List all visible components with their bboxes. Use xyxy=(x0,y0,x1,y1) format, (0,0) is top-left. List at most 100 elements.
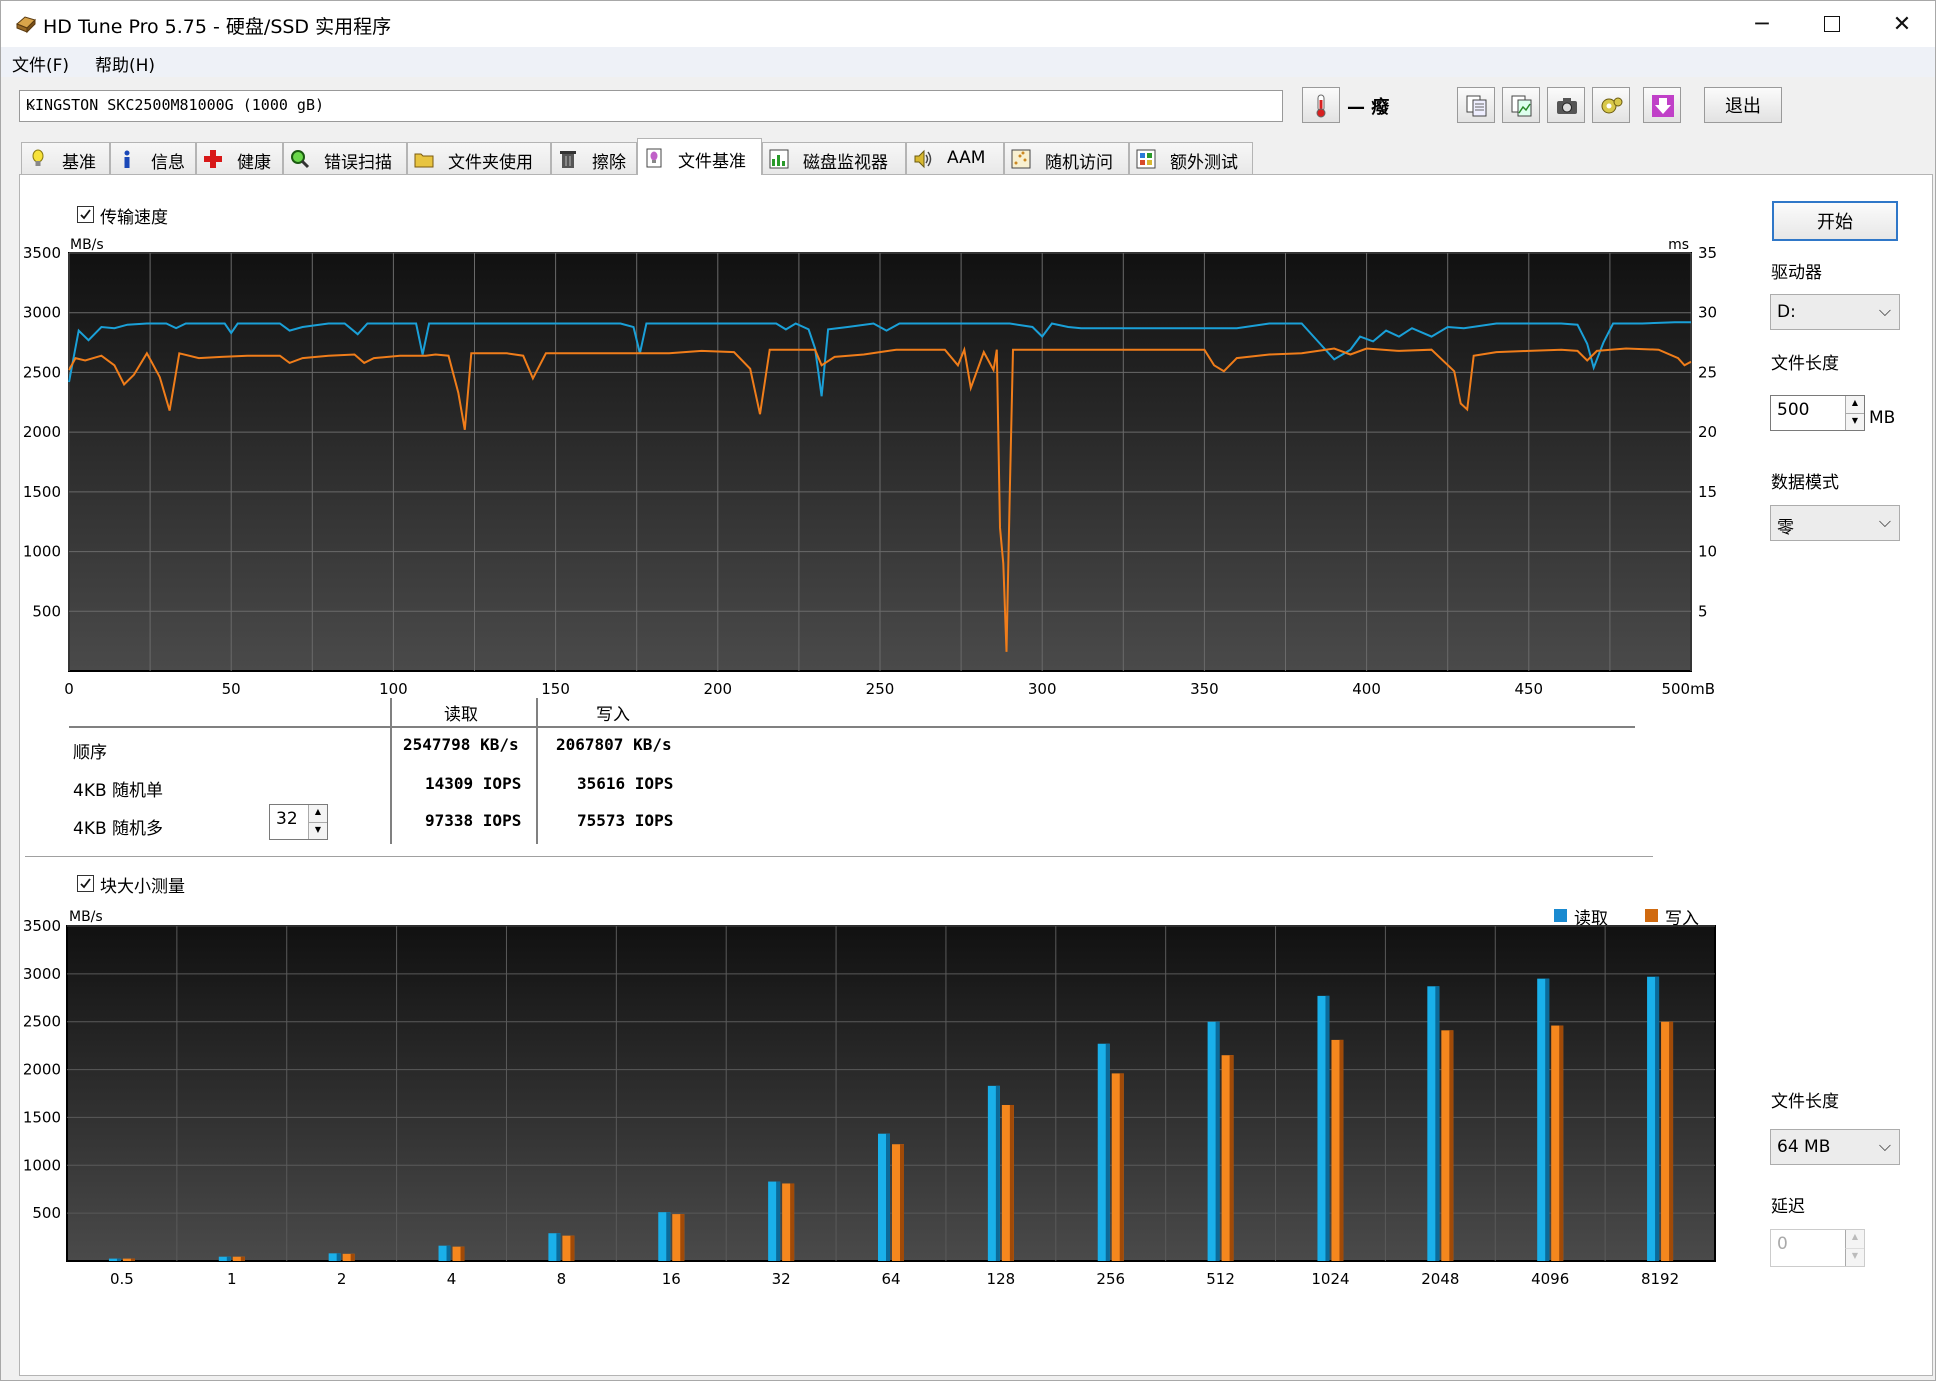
health-cross-icon xyxy=(204,150,222,168)
menu-help[interactable]: 帮助(H) xyxy=(95,51,155,76)
app-icon xyxy=(16,16,36,34)
data-mode-select[interactable]: 零 ⌵ xyxy=(1770,505,1900,541)
delay-label: 延迟 xyxy=(1771,1197,1805,1217)
read-bar-shade xyxy=(336,1253,341,1261)
write-bar-shade xyxy=(1669,1021,1674,1261)
menu-file[interactable]: 文件(F) xyxy=(12,51,69,76)
spin-up-icon[interactable]: ▲ xyxy=(1845,396,1864,413)
write-bar-shade xyxy=(1229,1055,1234,1261)
block-plot-area xyxy=(66,925,1716,1262)
y-unit: MB/s xyxy=(69,909,103,925)
chevron-down-icon: ⌵ xyxy=(1878,1136,1891,1155)
delay-stepper[interactable]: 0 ▲ ▼ xyxy=(1770,1229,1865,1267)
x-tick-label: 4 xyxy=(447,1270,457,1288)
screenshot-button[interactable] xyxy=(1547,87,1585,123)
y-tick-label: 3500 xyxy=(23,917,61,935)
chevron-down-icon: ⌵ xyxy=(1878,301,1891,320)
x-tick-label: 450 xyxy=(1514,680,1543,698)
read-bar-shade xyxy=(1325,995,1330,1261)
tab-folder-usage[interactable]: 文件夹使用 xyxy=(407,142,551,174)
bulb-icon xyxy=(32,149,44,166)
tab-error-scan[interactable]: 错误扫描 xyxy=(283,142,407,174)
row-sequential-label: 顺序 xyxy=(73,743,107,763)
read-bar-shade xyxy=(116,1258,121,1261)
exit-button[interactable]: 退出 xyxy=(1704,87,1782,123)
queue-depth-value: 32 xyxy=(276,809,298,829)
tab-info[interactable]: 信息 xyxy=(110,142,196,174)
minimize-button[interactable]: ─ xyxy=(1727,1,1797,47)
x-tick-label: 1 xyxy=(227,1270,237,1288)
speaker-icon xyxy=(914,149,932,169)
tab-erase[interactable]: 擦除 xyxy=(551,142,637,174)
read-bar-shade xyxy=(886,1133,890,1261)
x-tick-label: 2 xyxy=(337,1270,347,1288)
copy-text-button[interactable] xyxy=(1457,87,1495,123)
read-bar-shade xyxy=(1435,986,1440,1261)
x-tick-label: 256 xyxy=(1096,1270,1125,1288)
row-4kb-single-read: 14309 IOPS xyxy=(425,774,522,793)
read-bar-shade xyxy=(1105,1043,1110,1261)
x-tick-label: 400 xyxy=(1352,680,1381,698)
transfer-speed-checkbox[interactable] xyxy=(77,206,94,223)
spin-down-icon[interactable]: ▼ xyxy=(308,822,327,839)
extra-tests-icon xyxy=(1136,149,1156,169)
write-bar-shade xyxy=(900,1144,904,1261)
download-arrow-icon xyxy=(1652,95,1674,117)
row-4kb-multi-read: 97338 IOPS xyxy=(425,811,522,830)
spin-up-icon[interactable]: ▲ xyxy=(1845,1230,1864,1248)
write-bar-shade xyxy=(460,1246,465,1261)
row-4kb-single-label: 4KB 随机单 xyxy=(73,781,164,801)
x-tick-label: 128 xyxy=(987,1270,1016,1288)
close-button[interactable]: ✕ xyxy=(1867,1,1936,47)
block-file-length-select[interactable]: 64 MB ⌵ xyxy=(1770,1129,1900,1165)
spin-up-icon[interactable]: ▲ xyxy=(308,805,327,822)
x-tick-label: 200 xyxy=(703,680,732,698)
spin-down-icon[interactable]: ▼ xyxy=(1845,413,1864,430)
tab-benchmark[interactable]: 基准 xyxy=(21,142,110,174)
write-bar-shade xyxy=(1009,1104,1014,1261)
start-button[interactable]: 开始 xyxy=(1772,201,1898,241)
tab-health[interactable]: 健康 xyxy=(196,142,283,174)
read-bar-shade xyxy=(776,1181,781,1261)
write-bar-shade xyxy=(790,1183,795,1261)
maximize-icon xyxy=(1824,16,1840,32)
spin-down-icon[interactable]: ▼ xyxy=(1845,1248,1864,1266)
tab-random-access[interactable]: 随机访问 xyxy=(1004,142,1129,174)
maximize-button[interactable] xyxy=(1797,1,1867,47)
tab-extra-tests[interactable]: 额外测试 xyxy=(1129,142,1253,174)
queue-depth-stepper[interactable]: 32 ▲ ▼ xyxy=(269,804,328,840)
y-right-unit: ms xyxy=(1668,237,1689,253)
tab-disk-monitor[interactable]: 磁盘监视器 xyxy=(762,142,906,174)
tab-aam[interactable]: AAM xyxy=(906,142,1004,174)
data-mode-label: 数据模式 xyxy=(1771,473,1839,493)
save-button[interactable] xyxy=(1643,87,1681,123)
file-length-stepper[interactable]: 500 ▲ ▼ xyxy=(1770,395,1865,431)
x-tick-label: 100 xyxy=(379,680,408,698)
options-button[interactable] xyxy=(1592,87,1630,123)
results-header-read: 读取 xyxy=(444,705,478,725)
section-separator xyxy=(25,856,1653,857)
x-tick-label: 4096 xyxy=(1531,1270,1569,1288)
tab-file-benchmark[interactable]: 文件基准 xyxy=(637,138,762,175)
transfer-speed-label: 传输速度 xyxy=(100,208,168,228)
drive-letter-select[interactable]: D: ⌵ xyxy=(1770,294,1900,330)
block-size-checkbox[interactable] xyxy=(77,875,94,892)
x-tick-label: 250 xyxy=(866,680,895,698)
write-bar-shade xyxy=(350,1253,355,1261)
x-tick-label: 0.5 xyxy=(110,1270,134,1288)
x-tick-label: 64 xyxy=(881,1270,900,1288)
app-window: HD Tune Pro 5.75 - 硬盘/SSD 实用程序 ─ ✕ 文件(F)… xyxy=(0,0,1936,1381)
x-tick-label: 150 xyxy=(541,680,570,698)
write-bar-shade xyxy=(1449,1030,1454,1261)
drive-select[interactable]: KINGSTON SKC2500M81000G (1000 gB) ⌵ xyxy=(19,90,1283,122)
drive-letter-value: D: xyxy=(1777,302,1796,322)
y-right-tick-label: 20 xyxy=(1698,423,1717,441)
checkmark-icon xyxy=(80,878,91,889)
camera-icon xyxy=(1557,98,1577,114)
y-left-tick-label: 500 xyxy=(32,602,61,620)
copy-image-button[interactable] xyxy=(1502,87,1540,123)
row-4kb-multi-write: 75573 IOPS xyxy=(577,811,674,830)
temperature-button[interactable] xyxy=(1302,87,1340,123)
read-bar-shade xyxy=(556,1233,561,1261)
block-file-length-value: 64 MB xyxy=(1777,1137,1831,1157)
